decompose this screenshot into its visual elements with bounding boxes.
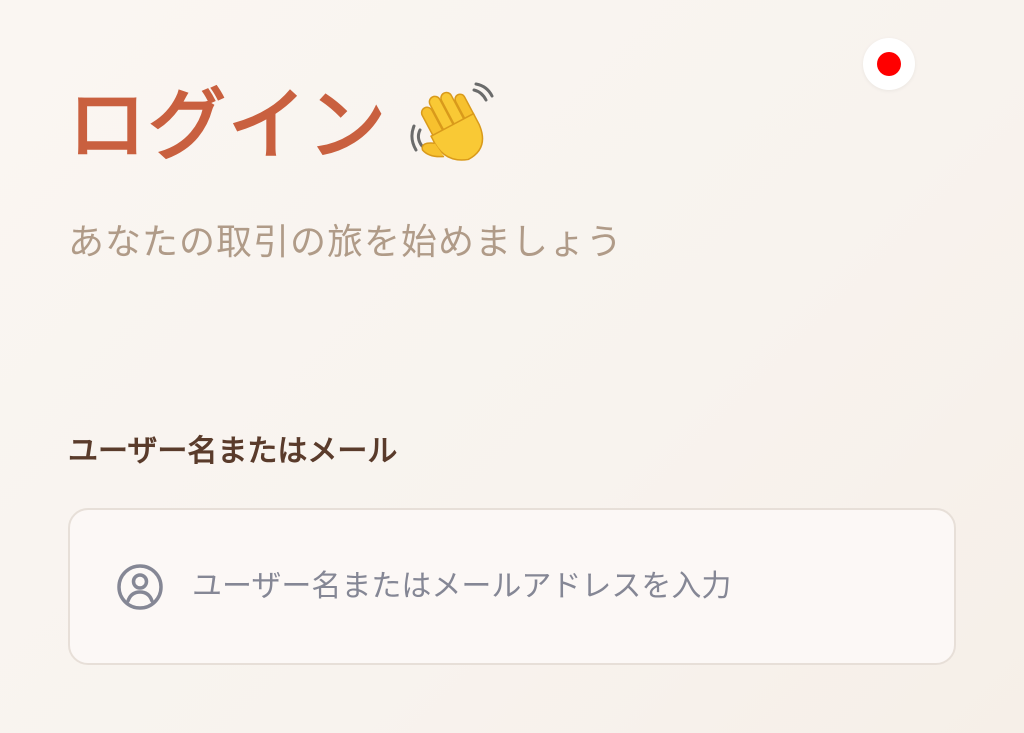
waving-hand-icon	[410, 82, 494, 161]
page-title: ログイン	[68, 81, 389, 171]
user-circle-icon	[117, 563, 163, 610]
language-switcher-button[interactable]	[863, 38, 915, 90]
username-label: ユーザー名またはメール	[68, 434, 398, 469]
japan-flag-icon	[877, 52, 901, 76]
username-input[interactable]	[192, 556, 954, 617]
page-subtitle: あなたの取引の旅を始めましょう	[68, 222, 624, 263]
username-input-container[interactable]	[68, 508, 956, 665]
title-row: ログイン	[68, 78, 498, 174]
